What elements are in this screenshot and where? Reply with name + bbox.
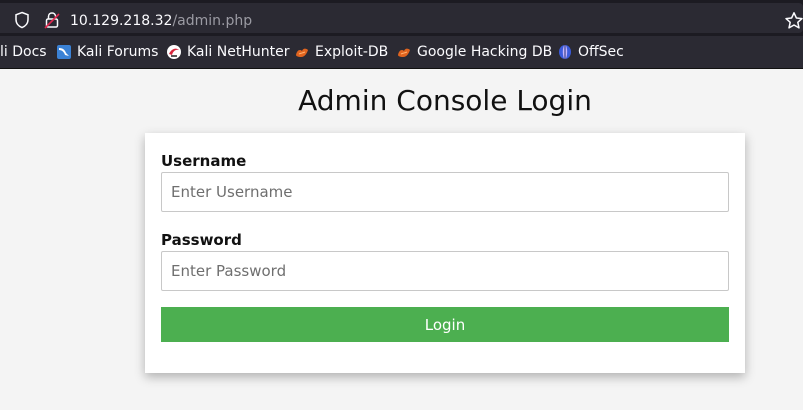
offsec-icon: [559, 45, 571, 59]
bookmark-kali-forums[interactable]: Kali Forums: [56, 36, 158, 68]
password-input[interactable]: [161, 251, 729, 291]
bookmark-google-hacking-db[interactable]: Google Hacking DB: [396, 36, 552, 68]
bookmark-kali-nethunter[interactable]: Kali NetHunter: [166, 36, 289, 68]
login-button[interactable]: Login: [161, 307, 729, 342]
bookmark-label: Exploit-DB: [315, 44, 389, 60]
kali-nethunter-icon: [167, 45, 181, 59]
bookmarks-toolbar: li Docs Kali Forums Kali NetHunter Explo…: [0, 36, 803, 69]
url-text[interactable]: 10.129.218.32/admin.php: [70, 12, 252, 30]
bookmark-kali-docs[interactable]: li Docs: [0, 36, 47, 68]
bookmark-label: OffSec: [578, 44, 624, 60]
lock-icon[interactable]: [44, 11, 60, 29]
bookmark-label: Kali NetHunter: [187, 44, 290, 60]
bookmark-offsec[interactable]: OffSec: [557, 36, 624, 68]
google-hacking-db-icon: [398, 48, 410, 57]
password-label: Password: [161, 231, 242, 249]
bookmark-label: li Docs: [0, 44, 47, 60]
login-form: Username Password Login: [145, 133, 745, 373]
username-input[interactable]: [161, 172, 729, 212]
username-label: Username: [161, 152, 247, 170]
bookmark-label: Kali Forums: [77, 44, 159, 60]
url-path: /admin.php: [172, 13, 253, 29]
shield-icon[interactable]: [14, 11, 30, 29]
page-title: Admin Console Login: [298, 84, 592, 117]
kali-forums-icon: [57, 45, 71, 59]
bookmark-label: Google Hacking DB: [417, 44, 553, 60]
star-icon[interactable]: [784, 11, 803, 31]
url-host: 10.129.218.32: [70, 13, 173, 29]
page-content: Admin Console Login Username Password Lo…: [0, 69, 803, 410]
browser-toolbar: 10.129.218.32/admin.php: [0, 0, 803, 36]
bookmark-exploit-db[interactable]: Exploit-DB: [294, 36, 388, 68]
exploit-db-icon: [296, 48, 308, 57]
address-bar[interactable]: 10.129.218.32/admin.php: [0, 3, 803, 33]
